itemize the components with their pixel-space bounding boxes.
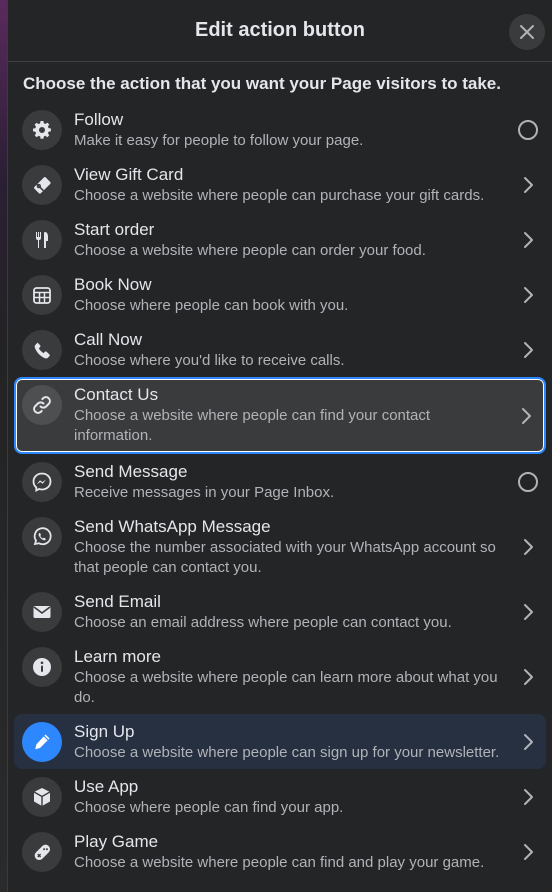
action-item-description: Make it easy for people to follow your p…	[74, 132, 364, 149]
action-item-send-message[interactable]: Send Message Receive messages in your Pag…	[14, 454, 546, 509]
chevron-right-icon	[518, 230, 538, 250]
action-item-description: Choose an email address where people can…	[74, 614, 452, 631]
action-item-text: Send Email Choose an email address where …	[74, 591, 538, 633]
action-item-description: Choose a website where people can find y…	[74, 407, 431, 444]
box-icon	[22, 777, 62, 817]
dialog-title: Edit action button	[195, 19, 365, 41]
chevron-right-icon	[518, 787, 538, 807]
chevron-right-icon	[518, 340, 538, 360]
action-item-description: Choose where people can find your app.	[74, 799, 344, 816]
messenger-icon	[22, 462, 62, 502]
radio-button[interactable]	[518, 119, 538, 140]
action-item-description: Choose a website where people can find a…	[74, 854, 485, 871]
action-item-use-app[interactable]: Use App Choose where people can find your…	[14, 769, 546, 824]
action-item-title: Send Message	[74, 462, 188, 481]
action-item-text: Book Now Choose where people can book wit…	[74, 274, 538, 316]
action-item-follow[interactable]: Follow Make it easy for people to follow …	[14, 102, 546, 157]
action-item-text: Sign Up Choose a website where people can…	[74, 721, 538, 763]
action-item-send-whatsapp-message[interactable]: Send WhatsApp Message Choose the number a…	[14, 509, 546, 584]
action-item-text: Send Message Receive messages in your Pag…	[74, 461, 538, 503]
action-item-description: Choose where people can book with you.	[74, 297, 349, 314]
link-icon	[22, 385, 62, 425]
phone-icon	[22, 330, 62, 370]
gift-card-icon	[22, 165, 62, 205]
calendar-icon	[22, 275, 62, 315]
info-icon	[22, 647, 62, 687]
fork-knife-icon	[22, 220, 62, 260]
action-item-title: Call Now	[74, 330, 143, 349]
close-icon	[519, 24, 535, 40]
action-item-start-order[interactable]: Start order Choose a website where people…	[14, 212, 546, 267]
action-item-title: Play Game	[74, 832, 159, 851]
action-item-title: Use App	[74, 777, 139, 796]
whatsapp-icon	[22, 517, 62, 557]
action-item-call-now[interactable]: Call Now Choose where you'd like to recei…	[14, 322, 546, 377]
action-list: Follow Make it easy for people to follow …	[8, 102, 552, 879]
action-item-title: Follow	[74, 110, 124, 129]
action-item-text: Call Now Choose where you'd like to recei…	[74, 329, 538, 371]
action-item-description: Choose a website where people can purcha…	[74, 187, 485, 204]
action-item-contact-us[interactable]: Contact Us Choose a website where people …	[14, 377, 546, 454]
action-item-play-game[interactable]: Play Game Choose a website where people c…	[14, 824, 546, 879]
chevron-right-icon	[518, 285, 538, 305]
dialog-subtitle: Choose the action that you want your Pag…	[23, 74, 501, 93]
action-item-title: Sign Up	[74, 722, 135, 741]
action-item-description: Choose where you'd like to receive calls…	[74, 352, 345, 369]
gamepad-icon	[22, 832, 62, 872]
action-item-text: Contact Us Choose a website where people …	[74, 384, 538, 446]
action-item-sign-up[interactable]: Sign Up Choose a website where people can…	[14, 714, 546, 769]
chevron-right-icon	[518, 732, 538, 752]
pencil-icon	[22, 722, 62, 762]
action-item-text: View Gift Card Choose a website where peo…	[74, 164, 538, 206]
action-item-send-email[interactable]: Send Email Choose an email address where …	[14, 584, 546, 639]
chevron-right-icon	[518, 667, 538, 687]
action-item-text: Learn more Choose a website where people …	[74, 646, 538, 708]
action-item-book-now[interactable]: Book Now Choose where people can book wit…	[14, 267, 546, 322]
action-item-learn-more[interactable]: Learn more Choose a website where people …	[14, 639, 546, 714]
action-item-description: Choose a website where people can learn …	[74, 669, 498, 706]
action-item-text: Start order Choose a website where people…	[74, 219, 538, 261]
chevron-right-icon	[516, 406, 536, 426]
action-item-title: Send Email	[74, 592, 161, 611]
action-item-description: Choose a website where people can order …	[74, 242, 426, 259]
radio-button[interactable]	[518, 471, 538, 492]
chevron-right-icon	[518, 175, 538, 195]
chevron-right-icon	[518, 537, 538, 557]
dialog-header: Edit action button	[8, 0, 552, 62]
close-button[interactable]	[509, 14, 545, 50]
action-item-text: Use App Choose where people can find your…	[74, 776, 538, 818]
edit-action-button-dialog: Edit action button Choose the action tha…	[7, 0, 552, 892]
envelope-icon	[22, 592, 62, 632]
action-item-text: Send WhatsApp Message Choose the number a…	[74, 516, 538, 578]
action-item-title: View Gift Card	[74, 165, 184, 184]
gear-icon	[22, 110, 62, 150]
action-item-title: Learn more	[74, 647, 161, 666]
action-item-view-gift-card[interactable]: View Gift Card Choose a website where peo…	[14, 157, 546, 212]
action-item-text: Play Game Choose a website where people c…	[74, 831, 538, 873]
action-item-description: Receive messages in your Page Inbox.	[74, 484, 335, 501]
action-item-title: Send WhatsApp Message	[74, 517, 271, 536]
action-item-description: Choose the number associated with your W…	[74, 539, 496, 576]
chevron-right-icon	[518, 602, 538, 622]
action-item-text: Follow Make it easy for people to follow …	[74, 109, 538, 151]
action-item-title: Book Now	[74, 275, 152, 294]
action-item-title: Contact Us	[74, 385, 159, 404]
action-item-title: Start order	[74, 220, 155, 239]
chevron-right-icon	[518, 842, 538, 862]
action-item-description: Choose a website where people can sign u…	[74, 744, 500, 761]
